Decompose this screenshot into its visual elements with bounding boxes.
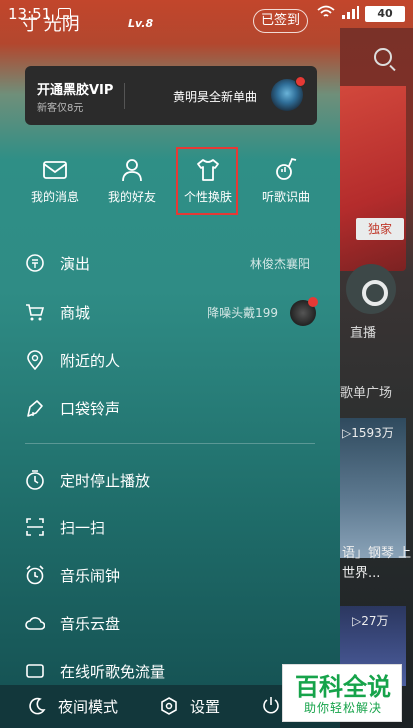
menu-label: 在线听歌免流量 — [60, 663, 166, 681]
quick-recognize[interactable]: 听歌识曲 — [246, 150, 326, 205]
watermark-subtitle: 助你轻松解决 — [303, 701, 382, 715]
vip-divider — [124, 83, 125, 109]
menu-label: 音乐云盘 — [60, 615, 121, 633]
night-mode-label: 夜间模式 — [58, 698, 119, 716]
menu-item-alarm[interactable]: 音乐闹钟 — [0, 557, 340, 593]
menu-extra: 降噪头戴199 — [207, 306, 278, 320]
music-recognize-icon — [276, 157, 297, 180]
banner-card[interactable] — [340, 86, 406, 271]
notification-dot — [295, 76, 306, 87]
menu-item-mall[interactable]: 商城 降噪头戴199 — [0, 294, 340, 330]
username[interactable]: 寸 光阴 — [20, 10, 80, 36]
data-icon — [26, 664, 44, 678]
power-icon — [263, 697, 279, 714]
menu-label: 演出 — [60, 255, 91, 273]
vip-promo: 黄明昊全新单曲 — [173, 90, 258, 104]
vip-subtitle: 新客仅8元 — [37, 103, 84, 114]
menu-divider — [25, 443, 315, 444]
signal-icon — [341, 5, 359, 23]
night-mode-button[interactable]: 夜间模式 — [28, 696, 118, 717]
menu-label: 商城 — [60, 304, 91, 322]
quick-messages[interactable]: 我的消息 — [15, 150, 95, 205]
menu-item-scan[interactable]: 扫一扫 — [0, 509, 340, 545]
location-icon — [27, 350, 43, 370]
cart-icon — [26, 304, 45, 321]
ticket-icon — [26, 254, 44, 272]
menu-label: 口袋铃声 — [60, 400, 121, 418]
menu-label: 扫一扫 — [60, 519, 106, 537]
menu-item-timer[interactable]: 定时停止播放 — [0, 462, 340, 498]
moon-icon — [29, 697, 46, 715]
friends-icon — [122, 159, 142, 182]
settings-label: 设置 — [190, 698, 221, 716]
menu-item-shows[interactable]: 演出 林俊杰襄阳 — [0, 245, 340, 281]
vip-card[interactable]: 开通黑胶VIP 新客仅8元 黄明昊全新单曲 — [25, 66, 317, 125]
side-drawer: 寸 光阴 Lv.8 已签到 开通黑胶VIP 新客仅8元 黄明昊全新单曲 我的消息… — [0, 0, 340, 728]
alarm-icon — [26, 565, 44, 585]
search-icon[interactable] — [374, 48, 392, 66]
background-page: 独家 直播 歌单广场 ▷1593万 语」钢琴 上世界... ▷27万 — [340, 28, 413, 728]
menu-item-nearby[interactable]: 附近的人 — [0, 342, 340, 378]
vip-title: 开通黑胶VIP — [37, 83, 114, 98]
quick-actions: 我的消息 我的好友 个性换肤 听歌识曲 — [0, 150, 340, 220]
notification-dot — [308, 297, 318, 307]
menu-label: 附近的人 — [60, 352, 121, 370]
ringtone-icon — [27, 400, 43, 417]
scan-icon — [26, 518, 44, 536]
level-badge: Lv.8 — [128, 17, 154, 30]
highlight-annotation — [176, 147, 238, 215]
menu-label: 音乐闹钟 — [60, 567, 121, 585]
battery-icon: 40 — [365, 6, 405, 22]
mail-icon — [43, 161, 67, 179]
timer-icon — [26, 470, 44, 490]
menu-label: 定时停止播放 — [60, 472, 151, 490]
menu-item-ringtone[interactable]: 口袋铃声 — [0, 390, 340, 426]
watermark-title: 百科全说 — [295, 673, 391, 701]
quick-label: 我的消息 — [30, 190, 79, 204]
exclusive-badge: 独家 — [356, 218, 404, 240]
menu-item-cloud[interactable]: 音乐云盘 — [0, 605, 340, 641]
settings-button[interactable]: 设置 — [160, 696, 220, 717]
live-icon[interactable] — [346, 264, 396, 314]
cloud-icon — [25, 617, 45, 630]
quick-friends[interactable]: 我的好友 — [92, 150, 172, 205]
menu-extra: 林俊杰襄阳 — [249, 257, 310, 271]
quick-label: 我的好友 — [107, 190, 156, 204]
quick-label: 听歌识曲 — [261, 190, 310, 204]
playlist-square-label: 歌单广场 — [340, 386, 393, 401]
signin-button[interactable]: 已签到 — [253, 9, 308, 33]
play-count: ▷27万 — [352, 614, 389, 628]
live-label: 直播 — [350, 326, 377, 341]
play-count: ▷1593万 — [342, 426, 394, 440]
drawer-header: 寸 光阴 Lv.8 已签到 — [0, 0, 340, 60]
watermark-logo: 百科全说 助你轻松解决 — [282, 664, 402, 722]
playlist-description: 语」钢琴 上世界... — [342, 546, 412, 581]
gear-icon — [161, 697, 177, 715]
